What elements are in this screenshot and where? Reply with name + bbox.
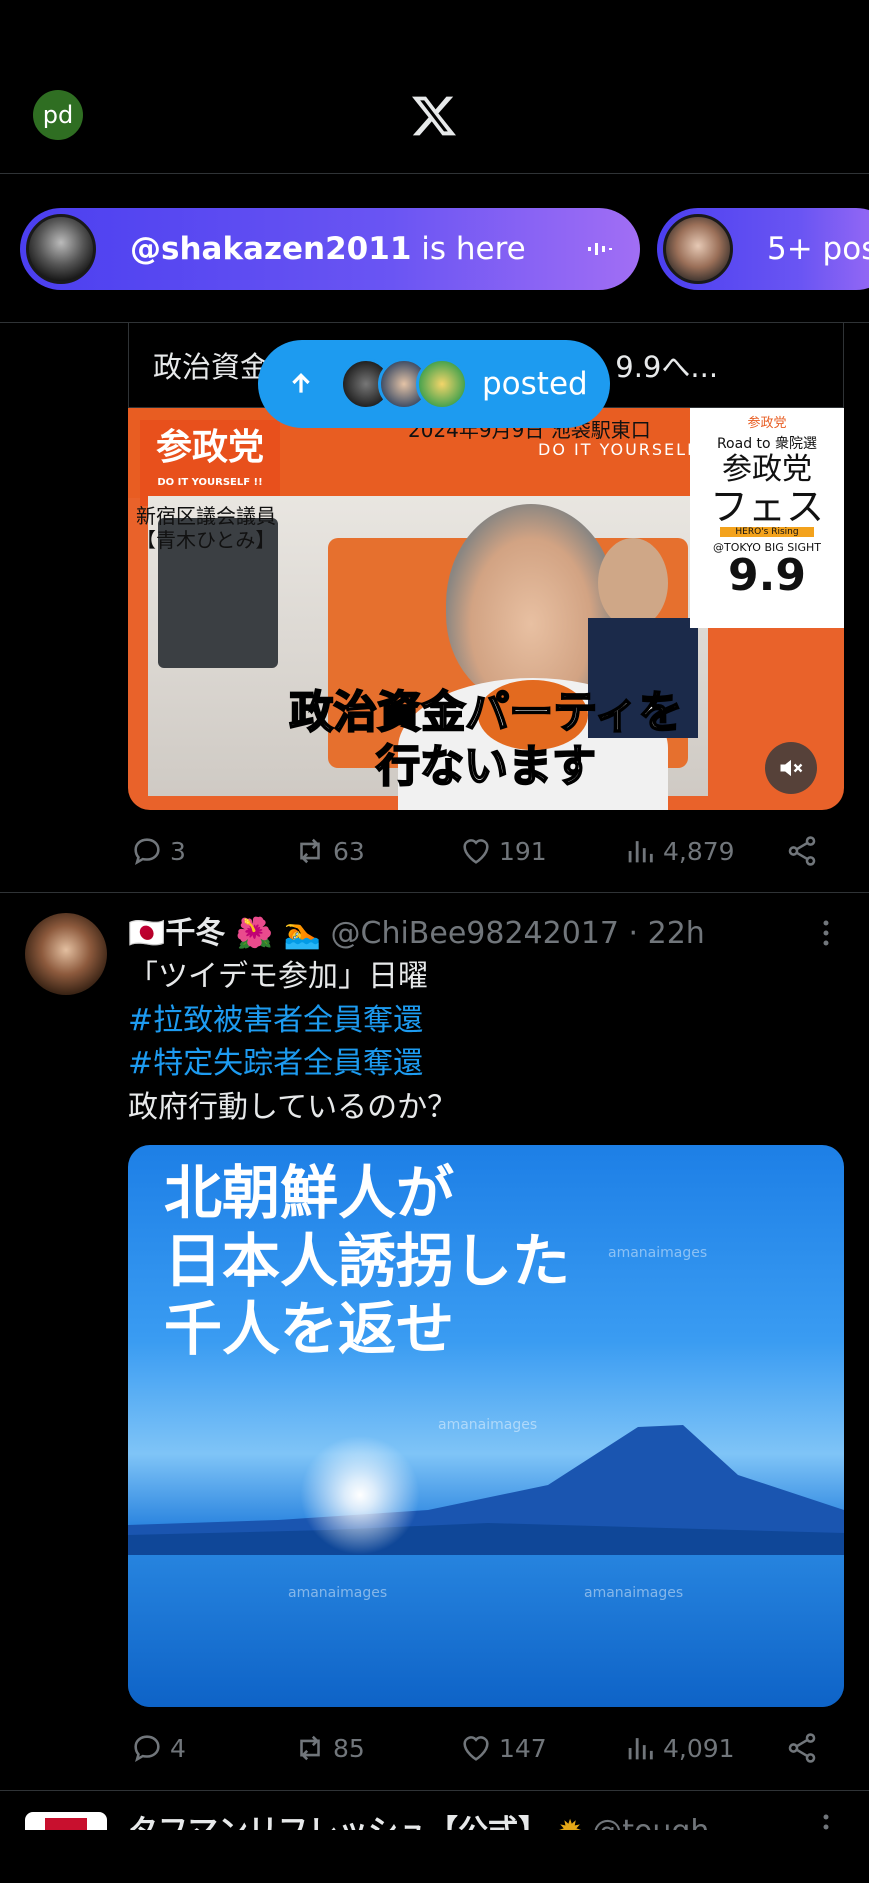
watermark-1: amanaimages (438, 1417, 538, 1433)
fes-poster: 参政党 Road to 衆院選 参政党 フェス HERO's Rising @T… (690, 408, 844, 628)
space-pill-more[interactable]: 5+ pos (657, 208, 869, 290)
watermark-2: amanaimages (608, 1245, 708, 1261)
reply-count: 3 (170, 836, 186, 866)
tweet3-header: タフマンリフレッシュ【公式】 ✹ @tough (128, 1806, 709, 1830)
like-count: 191 (499, 836, 547, 866)
audio-wave-icon (588, 243, 612, 255)
poster-face-1 (598, 538, 668, 628)
new-posts-pill[interactable]: posted (258, 340, 610, 428)
views-count: 4,879 (663, 836, 735, 866)
views-chart-icon (628, 841, 653, 863)
space-suffix: is here (421, 231, 526, 267)
image-text-line-1: 北朝鮮人が (164, 1159, 455, 1227)
tweet-text-line-1: 「ツイデモ参加」日曜 (128, 959, 428, 994)
poster-top: 参政党 (747, 416, 787, 431)
user-avatar[interactable]: pd (33, 90, 83, 140)
more-options-icon[interactable] (814, 918, 838, 948)
space-host-avatar-2 (663, 214, 733, 284)
mute-button[interactable] (765, 742, 817, 794)
mount-fuji (128, 1425, 844, 1555)
reply-icon (134, 1735, 160, 1763)
like-button[interactable]: 191 (459, 834, 547, 868)
watermark-3: amanaimages (288, 1585, 388, 1601)
posted-label: posted (482, 366, 588, 402)
video-caption: 政治資金パーティを 行ないます (128, 686, 844, 794)
poster-party: 参政党 (722, 452, 812, 487)
heart-icon (463, 839, 489, 864)
reply-icon (134, 838, 160, 866)
image-text-line-2: 日本人誘拐した (164, 1227, 571, 1295)
repost-icon (300, 838, 320, 864)
views-chart-icon (628, 1738, 653, 1760)
speaker-label: 新宿区議会議員 【青木ひとみ】 (136, 504, 276, 552)
repost-button-2[interactable]: 85 (293, 1731, 365, 1765)
sun (300, 1435, 420, 1555)
heart-icon (463, 1736, 489, 1761)
share-button-2[interactable] (785, 1731, 819, 1765)
tweet1-divider (0, 892, 869, 893)
space-host-text: @shakazen2011 is here (130, 231, 526, 267)
speaker-muted-icon (780, 759, 803, 777)
space-pill-shakazen[interactable]: @shakazen2011 is here (20, 208, 640, 290)
poster-fes: フェス (709, 485, 824, 529)
more-options-icon[interactable] (814, 1812, 838, 1830)
tweet3-name[interactable]: タフマンリフレッシュ【公式】 (128, 1814, 548, 1830)
image-text: 北朝鮮人が 日本人誘拐した 千人を返せ (164, 1159, 570, 1363)
space-more-text: 5+ pos (767, 231, 869, 267)
hashtag-1[interactable]: #拉致被害者全員奪還 (128, 999, 423, 1043)
tweet-text-line-4: 政府行動しているのか？ (128, 1090, 458, 1125)
share-icon (788, 836, 816, 866)
reply-count-2: 4 (170, 1733, 186, 1763)
views-button[interactable]: 4,879 (623, 834, 735, 868)
like-button-2[interactable]: 147 (459, 1731, 547, 1765)
repost-icon (300, 1735, 320, 1761)
author-name[interactable]: 🇯🇵千冬 🌺 🏊 (128, 916, 321, 951)
watermark-4: amanaimages (584, 1585, 684, 1601)
share-icon (788, 1733, 816, 1763)
tweet2-header: 🇯🇵千冬 🌺 🏊 @ChiBee98242017 · 22h (128, 912, 705, 956)
party-logo: 参政党 DO IT YOURSELF !! (140, 420, 280, 506)
repost-count-2: 85 (333, 1733, 365, 1763)
reply-button-2[interactable]: 4 (130, 1731, 186, 1765)
user-initials: pd (42, 101, 74, 129)
repost-count: 63 (333, 836, 365, 866)
like-count-2: 147 (499, 1733, 547, 1763)
party-logo-text: 参政党 (155, 427, 264, 468)
banner-motto: DO IT YOURSELF (538, 440, 699, 459)
video-player[interactable]: 参政党 DO IT YOURSELF !! 2024年9月9日 池袋駅東口 DO … (128, 408, 844, 810)
caption-line-2: 行ないます (375, 740, 597, 793)
space-handle: @shakazen2011 (130, 231, 412, 267)
tweet3-avatar[interactable] (25, 1812, 107, 1830)
poster-date: 9.9 (728, 550, 806, 601)
tweet3-handle[interactable]: @tough (592, 1814, 709, 1830)
space-host-avatar (26, 214, 96, 284)
tweet-image[interactable]: 北朝鮮人が 日本人誘拐した 千人を返せ amanaimages amanaima… (128, 1145, 844, 1707)
tweet-time[interactable]: 22h (648, 916, 705, 951)
views-count-2: 4,091 (663, 1733, 735, 1763)
arrow-up-icon (292, 373, 310, 393)
header-divider (0, 173, 869, 174)
views-button-2[interactable]: 4,091 (623, 1731, 735, 1765)
author-avatar[interactable] (25, 913, 107, 995)
header-sep: · (619, 916, 648, 951)
party-motto: DO IT YOURSELF !! (157, 477, 263, 488)
poster-road: Road to 衆院選 (716, 436, 818, 452)
hashtag-2[interactable]: #特定失踪者全員奪還 (128, 1042, 423, 1086)
tweet3-avatar-mark (45, 1818, 87, 1830)
tweet3-partial: タフマンリフレッシュ【公式】 ✹ @tough (0, 1790, 869, 1830)
x-logo-icon (412, 96, 456, 136)
caption-line-1: 政治資金パーティを (288, 686, 683, 739)
poster-avatar-3 (416, 358, 468, 410)
share-button[interactable] (785, 834, 819, 868)
repost-button[interactable]: 63 (293, 834, 365, 868)
reply-button[interactable]: 3 (130, 834, 186, 868)
verified-badge-icon: ✹ (558, 1814, 583, 1830)
image-text-line-3: 千人を返せ (164, 1295, 455, 1363)
author-handle[interactable]: @ChiBee98242017 (331, 916, 620, 951)
